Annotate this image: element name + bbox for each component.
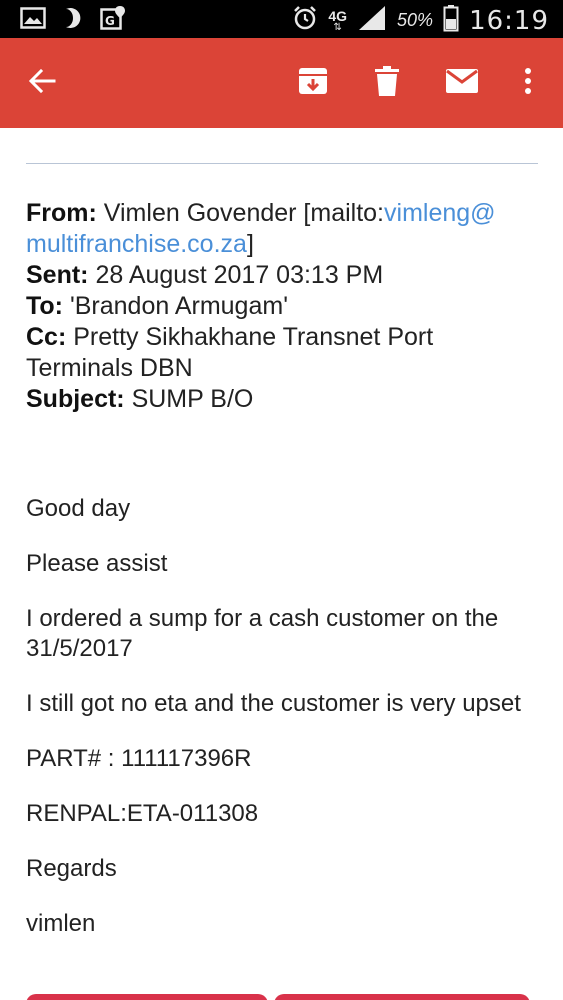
from-close: ]: [246, 230, 254, 258]
signal-icon: [357, 4, 387, 37]
from-email-link-2[interactable]: multifranchise.co.za: [26, 230, 247, 258]
email-screen: G 4G ⇅ 50% 16:19 From: Vimlen Govender […: [0, 0, 563, 1000]
gmaps-icon: G: [100, 6, 126, 35]
alarm-icon: [292, 5, 318, 36]
to-label: To:: [26, 292, 64, 320]
status-bar: G 4G ⇅ 50% 16:19: [0, 0, 563, 38]
subject-value: SUMP B/O: [131, 385, 254, 413]
subject-line: Subject: SUMP B/O: [26, 384, 536, 415]
back-button[interactable]: [14, 38, 70, 128]
gallery-icon: [20, 7, 46, 34]
archive-button[interactable]: [285, 38, 341, 128]
archive-icon: [298, 66, 328, 101]
moon-icon: [60, 7, 86, 34]
mark-unread-button[interactable]: [434, 38, 490, 128]
divider: [26, 163, 538, 164]
bottom-action-bar: [26, 994, 536, 1000]
from-email-link-1[interactable]: vimleng@: [384, 199, 496, 227]
sent-line: Sent: 28 August 2017 03:13 PM: [26, 260, 536, 291]
body-paragraph: Please assist: [26, 550, 168, 577]
cc-label: Cc:: [26, 323, 67, 351]
app-toolbar: [0, 38, 563, 128]
reply-button[interactable]: [26, 994, 268, 1000]
subject-label: Subject:: [26, 385, 125, 413]
arrow-back-icon: [28, 67, 56, 100]
message-content: From: Vimlen Govender [mailto:vimleng@ m…: [0, 128, 563, 1000]
forward-button[interactable]: [274, 994, 530, 1000]
to-value: 'Brandon Armugam': [69, 292, 288, 320]
network-indicator: 4G ⇅: [328, 9, 347, 33]
sent-label: Sent:: [26, 261, 89, 289]
cc-line: Cc: Pretty Sikhakhane Transnet Port Term…: [26, 322, 536, 384]
body-paragraph: Good day: [26, 495, 131, 522]
to-line: To: 'Brandon Armugam': [26, 291, 536, 322]
message-body: Good day Please assist I ordered a sump …: [26, 494, 536, 964]
sent-value: 28 August 2017 03:13 PM: [95, 261, 384, 289]
mail-icon: [445, 68, 479, 99]
from-line: From: Vimlen Govender [mailto:vimleng@ m…: [26, 198, 536, 260]
more-vert-icon: [524, 67, 532, 99]
battery-icon: [443, 4, 459, 37]
cc-value: Pretty Sikhakhane Transnet Port Terminal…: [26, 323, 434, 382]
data-arrows-icon: ⇅: [333, 21, 342, 33]
body-paragraph: I still got no eta and the customer is v…: [26, 690, 521, 717]
body-paragraph: vimlen: [26, 910, 96, 937]
battery-percent: 50%: [397, 10, 434, 30]
body-paragraph: Regards: [26, 855, 117, 882]
from-name: Vimlen Govender [mailto:: [103, 199, 385, 227]
body-paragraph: I ordered a sump for a cash customer on …: [26, 605, 499, 662]
clock: 16:19: [469, 5, 549, 36]
svg-text:G: G: [105, 14, 115, 28]
forwarded-header: From: Vimlen Govender [mailto:vimleng@ m…: [26, 198, 536, 415]
delete-button[interactable]: [359, 38, 415, 128]
more-options-button[interactable]: [500, 38, 556, 128]
body-paragraph: RENPAL:ETA-011308: [26, 800, 259, 827]
from-label: From:: [26, 199, 97, 227]
body-paragraph: PART# : 111117396R: [26, 745, 252, 772]
network-label: 4G: [328, 7, 348, 24]
trash-icon: [374, 65, 400, 101]
